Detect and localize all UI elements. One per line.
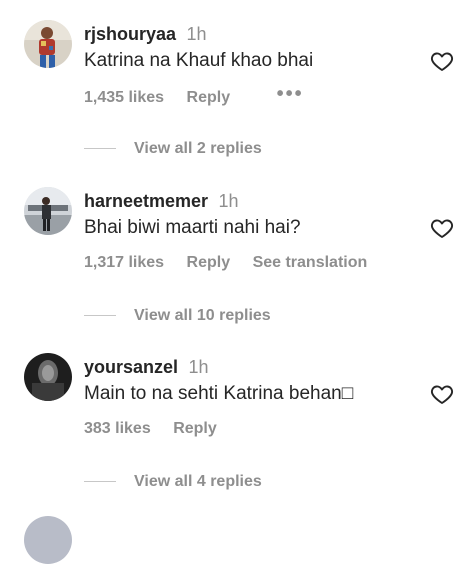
see-translation-button[interactable]: See translation [253, 254, 368, 271]
replies-divider [84, 481, 116, 483]
view-replies-button[interactable]: View all 10 replies [134, 307, 271, 324]
comment-header: rjshouryaa 1h [84, 22, 207, 48]
likes-count[interactable]: 1,435 likes [84, 89, 164, 106]
username[interactable]: yoursanzel [84, 357, 178, 377]
likes-count[interactable]: 383 likes [84, 420, 151, 437]
view-replies-button[interactable]: View all 4 replies [134, 473, 262, 490]
comment-text: Katrina na Khauf khao bhai [84, 50, 314, 71]
comment-actions: 383 likes Reply [84, 418, 235, 440]
reply-button[interactable]: Reply [187, 254, 231, 271]
avatar-image [24, 187, 72, 235]
view-replies-row: View all 2 replies [84, 139, 262, 159]
avatar[interactable] [24, 516, 72, 564]
replies-divider [84, 148, 116, 150]
reply-button[interactable]: Reply [187, 89, 231, 106]
timestamp[interactable]: 1h [189, 357, 209, 377]
comment-header: harneetmemer 1h [84, 189, 239, 215]
avatar[interactable] [24, 353, 72, 401]
comment-actions: 1,435 likes Reply ••• [84, 83, 322, 109]
view-replies-row: View all 10 replies [84, 306, 271, 326]
heart-icon[interactable] [430, 216, 454, 240]
comment-text: Main to na sehti Katrina behan□ [84, 383, 354, 404]
comment-header: yoursanzel 1h [84, 355, 209, 381]
likes-count[interactable]: 1,317 likes [84, 254, 164, 271]
heart-icon[interactable] [430, 49, 454, 73]
view-replies-row: View all 4 replies [84, 472, 262, 492]
avatar-image [24, 20, 72, 68]
view-replies-button[interactable]: View all 2 replies [134, 140, 262, 157]
timestamp[interactable]: 1h [187, 24, 207, 44]
more-options-icon[interactable]: ••• [277, 83, 304, 105]
avatar[interactable] [24, 20, 72, 68]
timestamp[interactable]: 1h [219, 191, 239, 211]
avatar[interactable] [24, 187, 72, 235]
replies-divider [84, 315, 116, 317]
avatar-image [24, 353, 72, 401]
reply-button[interactable]: Reply [173, 420, 217, 437]
username[interactable]: rjshouryaa [84, 24, 176, 44]
username[interactable]: harneetmemer [84, 191, 208, 211]
comment-actions: 1,317 likes Reply See translation [84, 252, 385, 274]
heart-icon[interactable] [430, 382, 454, 406]
comment-text: Bhai biwi maarti nahi hai? [84, 217, 301, 238]
